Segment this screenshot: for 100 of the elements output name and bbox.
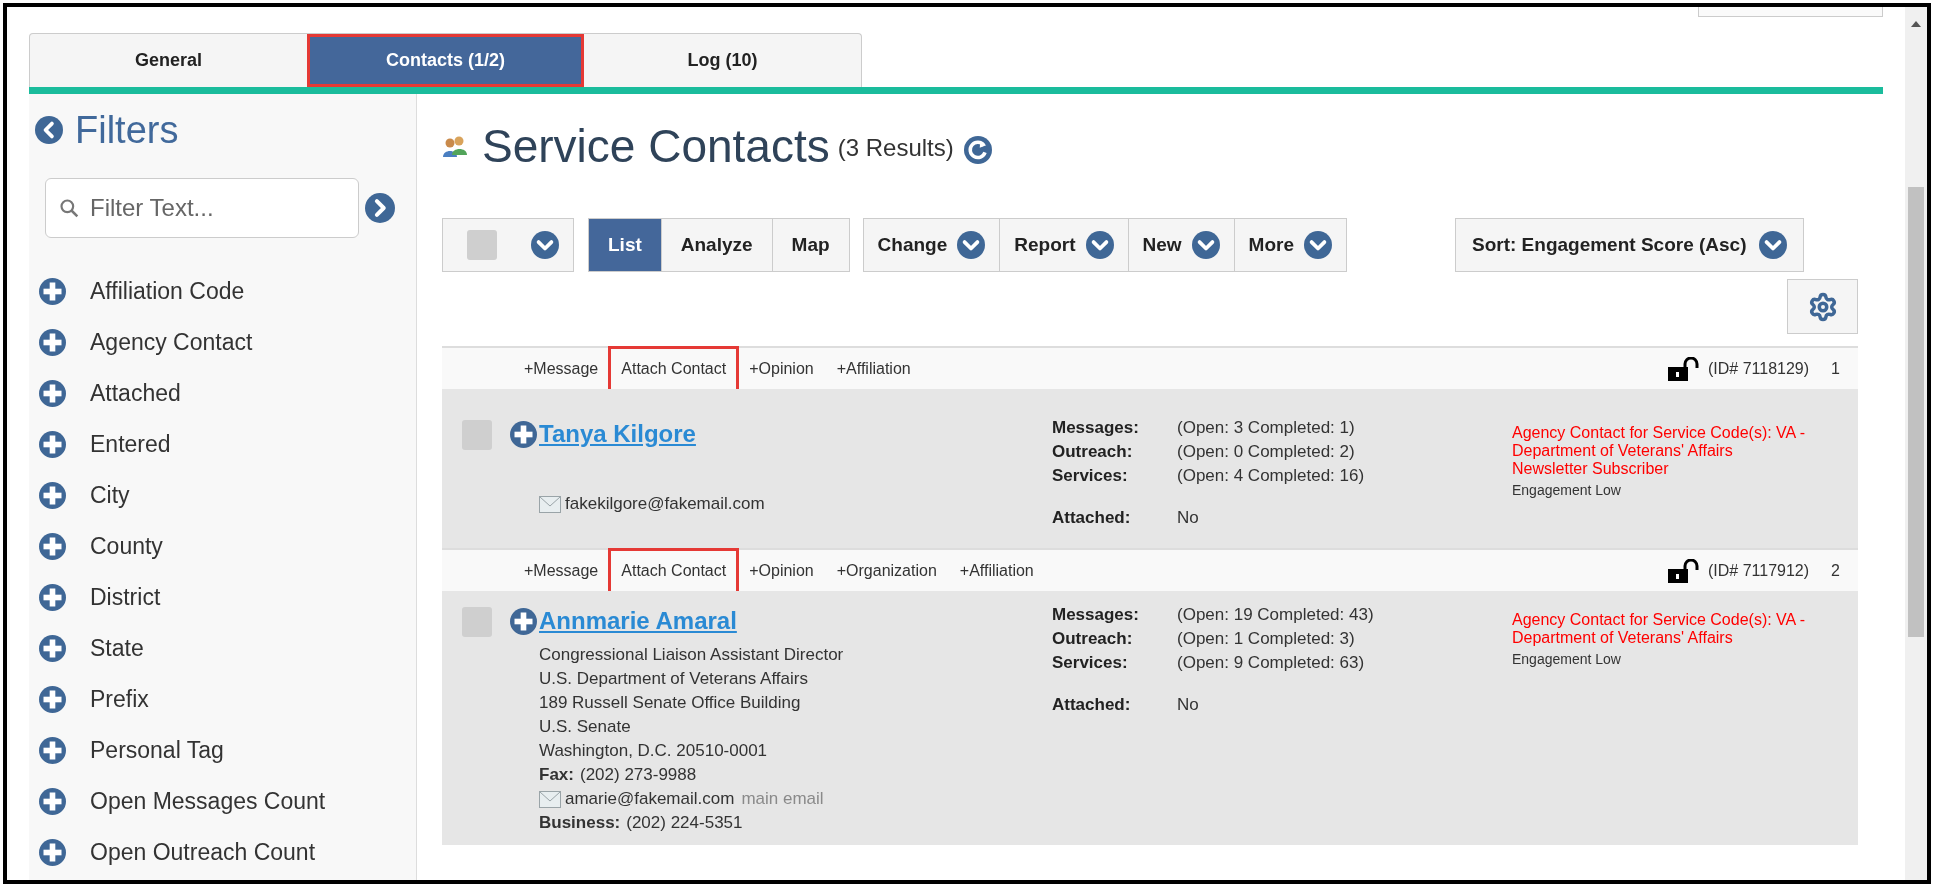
stat-label: Outreach:: [1052, 628, 1134, 650]
filters-heading: Filters: [75, 108, 179, 152]
filter-item[interactable]: Agency Contact: [90, 329, 253, 355]
record-id: (ID# 7118129): [1708, 358, 1810, 379]
record-action-link[interactable]: +Affiliation: [949, 550, 1044, 591]
filter-item[interactable]: Prefix: [90, 686, 149, 712]
record-number: 1: [1831, 358, 1840, 379]
settings-button[interactable]: [1787, 279, 1858, 334]
view-tab[interactable]: Analyze: [661, 219, 773, 271]
search-icon: [59, 198, 79, 218]
stat-label: Messages:: [1052, 417, 1140, 439]
filter-item[interactable]: Open Outreach Count: [90, 839, 316, 865]
stat-value: No: [1177, 508, 1199, 528]
result-count: (3 Results): [837, 133, 954, 163]
record-action-link[interactable]: Attach Contact: [611, 550, 737, 591]
chevron-down-icon[interactable]: [531, 231, 559, 259]
record-action-link[interactable]: +Organization: [826, 550, 947, 591]
add-filter-icon[interactable]: [39, 583, 66, 611]
filter-item[interactable]: Attached: [90, 380, 181, 406]
record-action-link[interactable]: +Opinion: [739, 550, 824, 591]
filter-item[interactable]: Affiliation Code: [90, 278, 245, 304]
address-line: U.S. Senate: [539, 716, 632, 738]
add-filter-icon[interactable]: [39, 634, 66, 662]
add-filter-icon[interactable]: [39, 277, 66, 305]
select-all-dropdown[interactable]: [442, 218, 574, 272]
filter-item[interactable]: County: [90, 533, 163, 559]
filter-item[interactable]: Entered: [90, 431, 171, 457]
add-filter-icon[interactable]: [39, 838, 66, 866]
filter-item[interactable]: State: [90, 635, 144, 661]
stat-label: Attached:: [1052, 508, 1132, 528]
stat-label: Services:: [1052, 465, 1129, 487]
envelope-icon: [539, 495, 561, 513]
filter-item[interactable]: District: [90, 584, 161, 610]
record-id: (ID# 7117912): [1708, 560, 1810, 581]
stat-label: Services:: [1052, 652, 1129, 674]
add-filter-icon[interactable]: [39, 430, 66, 458]
checkbox[interactable]: [467, 230, 497, 260]
record-action-link[interactable]: +Affiliation: [826, 348, 921, 389]
stat-value: (Open: 3 Completed: 1): [1177, 417, 1355, 439]
address-line: U.S. Department of Veterans Affairs: [539, 668, 809, 690]
page-title: Service Contacts: [482, 119, 830, 174]
address-line: 189 Russell Senate Office Building: [539, 692, 802, 714]
chevron-down-icon[interactable]: [957, 231, 986, 259]
chevron-down-icon[interactable]: [1085, 231, 1114, 259]
chevron-down-icon[interactable]: [1191, 231, 1220, 259]
stat-label: Outreach:: [1052, 441, 1134, 463]
filter-item[interactable]: Open Messages Count: [90, 788, 326, 814]
filter-item[interactable]: City: [90, 482, 130, 508]
stat-value: (Open: 19 Completed: 43): [1177, 604, 1374, 626]
add-filter-icon[interactable]: [39, 481, 66, 509]
field-label: Business:: [539, 812, 621, 834]
stat-value: (Open: 4 Completed: 16): [1177, 465, 1365, 487]
add-icon[interactable]: [510, 420, 537, 448]
email-address: fakekilgore@fakemail.com: [565, 493, 765, 515]
scrollbar-thumb[interactable]: [1908, 187, 1924, 637]
engagement-label: Engagement Low: [1512, 481, 1622, 500]
address-line: Congressional Liaison Assistant Director: [539, 644, 845, 666]
record-action-link[interactable]: +Opinion: [739, 348, 824, 389]
add-filter-icon[interactable]: [39, 328, 66, 356]
scrollbar[interactable]: [1905, 7, 1927, 880]
tag-text: Newsletter Subscriber: [1512, 460, 1670, 478]
add-icon[interactable]: [510, 607, 537, 635]
scroll-up-icon[interactable]: [1911, 21, 1921, 27]
field-label: Fax:: [539, 764, 574, 786]
stat-label: Messages:: [1052, 604, 1140, 626]
record-action-link[interactable]: Attach Contact: [611, 348, 737, 389]
chevron-down-icon[interactable]: [1758, 231, 1787, 259]
record-number: 2: [1831, 560, 1840, 581]
email-address: amarie@fakemail.com: [565, 788, 735, 810]
stat-label: Attached:: [1052, 695, 1132, 715]
tag-text: Agency Contact for Service Code(s): VA - Department of Veterans' Affairs: [1512, 424, 1807, 460]
contacts-icon: [442, 134, 468, 160]
record-action-link[interactable]: +Message: [514, 348, 609, 389]
record-action-link[interactable]: +Message: [514, 550, 609, 591]
add-filter-icon[interactable]: [39, 532, 66, 560]
view-tab[interactable]: Map: [772, 219, 849, 271]
phone-number: (202) 273-9988: [579, 764, 697, 786]
collapse-icon[interactable]: [35, 116, 63, 144]
add-filter-icon[interactable]: [39, 736, 66, 764]
tab[interactable]: Log (10): [584, 34, 861, 87]
tab[interactable]: General: [30, 34, 307, 87]
settings-icon: [1807, 291, 1838, 322]
add-filter-icon[interactable]: [39, 685, 66, 713]
add-filter-icon[interactable]: [39, 379, 66, 407]
stat-value: No: [1177, 695, 1199, 715]
phone-number: (202) 224-5351: [626, 812, 743, 834]
add-filter-icon[interactable]: [39, 787, 66, 815]
engagement-label: Engagement Low: [1512, 650, 1622, 669]
email-note: main email: [741, 788, 824, 810]
tab[interactable]: Contacts (1/2): [307, 34, 584, 87]
open-lock-icon[interactable]: [1668, 356, 1700, 381]
tag-text: Agency Contact for Service Code(s): VA - Department of Veterans' Affairs: [1512, 611, 1807, 647]
open-lock-icon[interactable]: [1668, 558, 1700, 583]
chevron-down-icon[interactable]: [1304, 231, 1332, 259]
go-icon[interactable]: [365, 193, 395, 223]
filter-search-field[interactable]: Filter Text...: [45, 178, 359, 238]
refresh-icon[interactable]: [963, 136, 992, 164]
envelope-icon: [539, 790, 561, 808]
filter-item[interactable]: Personal Tag: [90, 737, 224, 763]
view-tab[interactable]: List: [589, 219, 662, 271]
